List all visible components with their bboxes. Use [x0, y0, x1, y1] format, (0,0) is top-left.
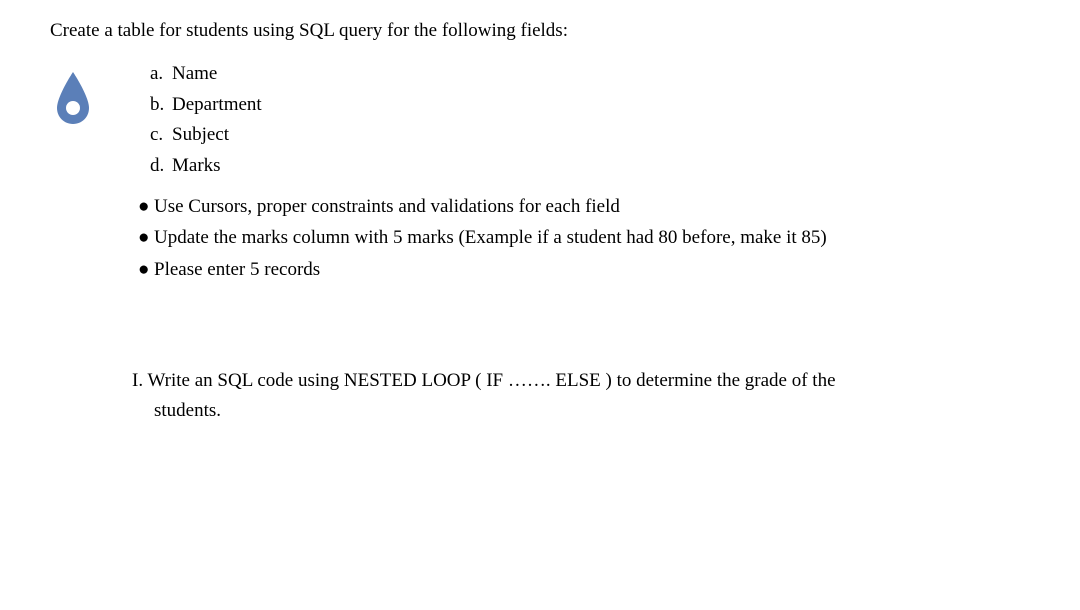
field-letter: c.	[150, 121, 172, 150]
field-label: Subject	[172, 124, 229, 145]
field-item: c.Subject	[150, 121, 1030, 150]
field-label: Department	[172, 94, 262, 115]
question-text: Write an SQL code using NESTED LOOP ( IF…	[148, 370, 836, 391]
bullet-text: Use Cursors, proper constraints and vali…	[154, 196, 620, 217]
content-block: a.Name b.Department c.Subject d.Marks ●U…	[150, 60, 1030, 284]
field-item: d.Marks	[150, 152, 1030, 181]
field-letter: a.	[150, 60, 172, 89]
question-line-2: students.	[154, 396, 1030, 425]
field-letter: b.	[150, 91, 172, 120]
field-label: Name	[172, 63, 217, 84]
bullet-list: ●Use Cursors, proper constraints and val…	[138, 192, 1030, 284]
field-list: a.Name b.Department c.Subject d.Marks	[150, 60, 1030, 180]
bullet-item: ●Please enter 5 records	[138, 255, 1030, 284]
question-line-1: I. Write an SQL code using NESTED LOOP (…	[132, 366, 1030, 395]
field-label: Marks	[172, 155, 221, 176]
bullet-item: ●Use Cursors, proper constraints and val…	[138, 192, 1030, 221]
bullet-marker: ●	[138, 223, 154, 252]
question-numeral: I.	[132, 370, 143, 391]
bullet-text: Update the marks column with 5 marks (Ex…	[154, 227, 827, 248]
field-letter: d.	[150, 152, 172, 181]
water-drop-icon	[52, 70, 94, 126]
field-item: b.Department	[150, 91, 1030, 120]
bullet-marker: ●	[138, 192, 154, 221]
field-item: a.Name	[150, 60, 1030, 89]
bullet-item: ●Update the marks column with 5 marks (E…	[138, 223, 1030, 252]
bullet-marker: ●	[138, 255, 154, 284]
bullet-text: Please enter 5 records	[154, 259, 320, 280]
question-block: I. Write an SQL code using NESTED LOOP (…	[132, 366, 1030, 425]
intro-text: Create a table for students using SQL qu…	[50, 20, 1030, 42]
section-break	[50, 286, 1030, 366]
